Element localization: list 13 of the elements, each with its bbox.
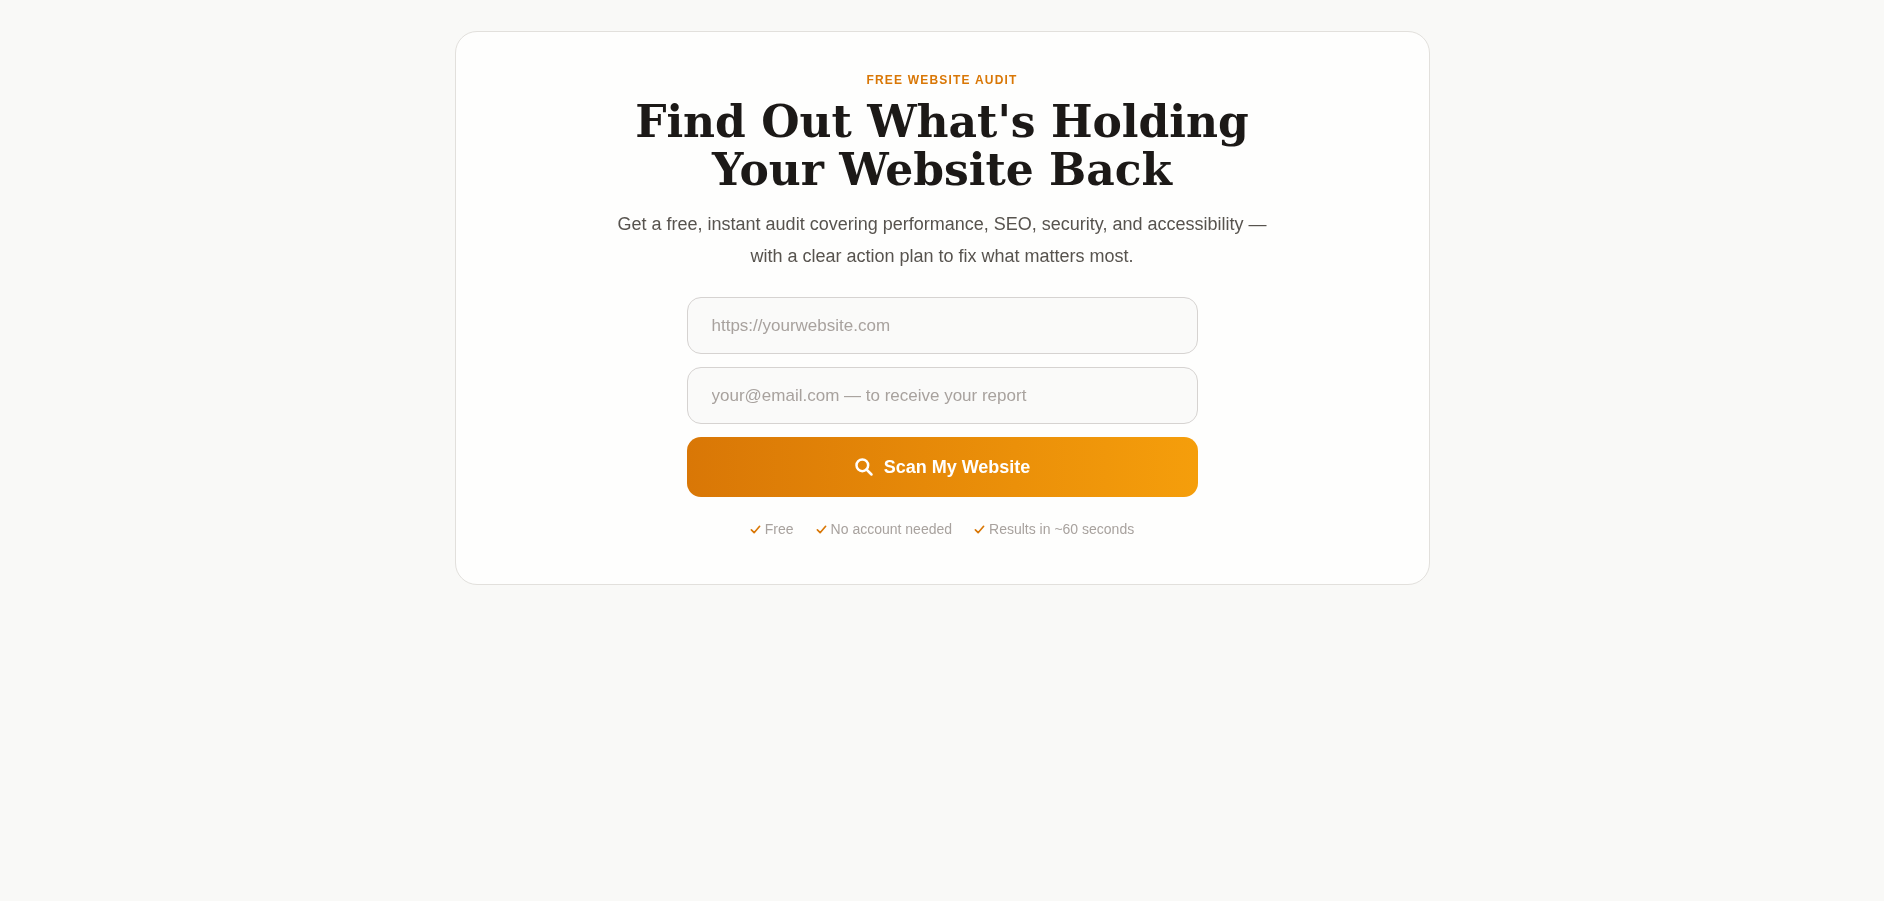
perk-label: No account needed bbox=[830, 520, 953, 539]
check-icon bbox=[815, 524, 827, 535]
eyebrow-label: FREE WEBSITE AUDIT bbox=[866, 72, 1018, 88]
perk-label: Results in ~60 seconds bbox=[989, 520, 1135, 539]
input-field[interactable]: your@email.com — to receive your report bbox=[686, 367, 1198, 424]
check-icon bbox=[749, 524, 761, 535]
input-field[interactable]: https://yourwebsite.com bbox=[686, 297, 1198, 354]
perk-label: Free bbox=[764, 520, 794, 539]
search-icon bbox=[853, 457, 874, 477]
check-icon bbox=[974, 524, 986, 535]
headline: Find Out What's Holding Your Website Back bbox=[635, 98, 1249, 194]
scan-button[interactable]: Scan My Website bbox=[686, 437, 1198, 497]
subtitle: Get a free, instant audit covering performance, SEO, security, and accessibility — with a clear action plan to fix what matters most. bbox=[616, 213, 1268, 268]
